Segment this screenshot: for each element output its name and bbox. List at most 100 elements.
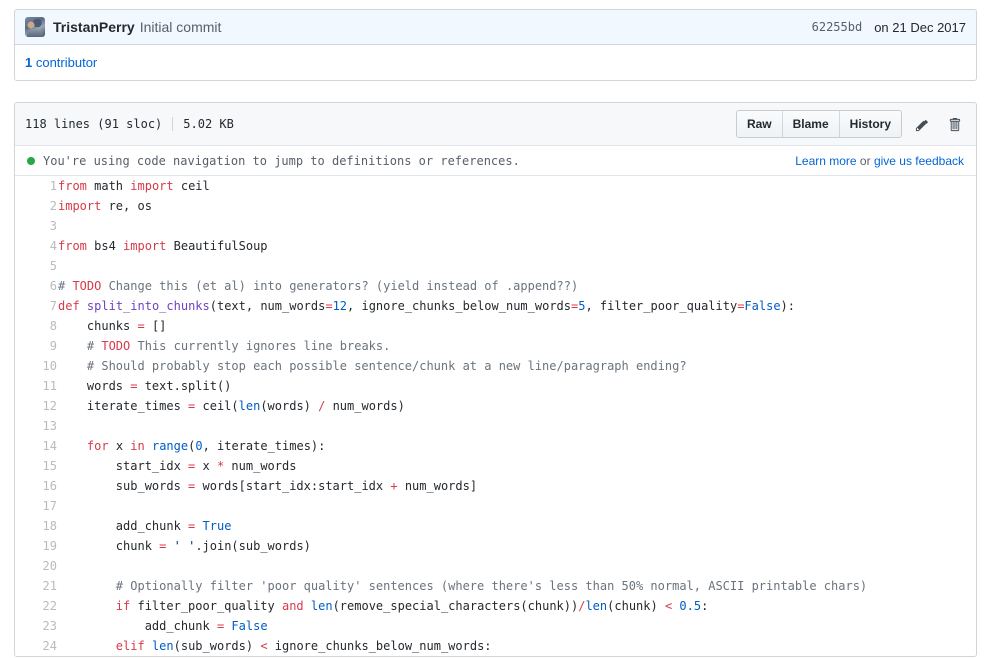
history-button[interactable]: History: [839, 111, 901, 137]
code-token: (sub_words): [173, 639, 261, 653]
line-content[interactable]: start_idx = x * num_words: [58, 456, 977, 476]
line-number[interactable]: 24: [15, 636, 58, 656]
line-content[interactable]: from bs4 import BeautifulSoup: [58, 236, 977, 256]
code-token: x: [195, 459, 217, 473]
line-number[interactable]: 6: [15, 276, 58, 296]
line-number[interactable]: 8: [15, 316, 58, 336]
line-number[interactable]: 19: [15, 536, 58, 556]
code-token: =: [325, 299, 333, 313]
line-content[interactable]: # Should probably stop each possible sen…: [58, 356, 977, 376]
code-token: =: [137, 319, 145, 333]
give-feedback-link[interactable]: give us feedback: [874, 154, 964, 168]
blame-button[interactable]: Blame: [782, 111, 840, 137]
code-token: TODO: [72, 279, 102, 293]
code-line: 8 chunks = []: [15, 316, 976, 336]
line-content[interactable]: [58, 416, 977, 436]
line-content[interactable]: [58, 216, 977, 236]
line-number[interactable]: 9: [15, 336, 58, 356]
code-token: in: [130, 439, 145, 453]
code-token: ceil: [173, 179, 210, 193]
code-line: 7 def split_into_chunks(text, num_words=1…: [15, 296, 976, 316]
line-content[interactable]: [58, 256, 977, 276]
line-number[interactable]: 20: [15, 556, 58, 576]
code-line: 18 add_chunk = True: [15, 516, 976, 536]
code-token: len: [151, 639, 174, 653]
code-token: words: [58, 379, 131, 393]
code-token: (chunk): [607, 599, 665, 613]
code-token: ignore_chunks_below_num_words:: [267, 639, 492, 653]
line-number[interactable]: 4: [15, 236, 58, 256]
line-number[interactable]: 23: [15, 616, 58, 636]
line-content[interactable]: add_chunk = True: [58, 516, 977, 536]
raw-button[interactable]: Raw: [736, 111, 783, 137]
line-number[interactable]: 11: [15, 376, 58, 396]
code-line: 22 if filter_poor_quality and len(remove…: [15, 596, 976, 616]
line-content[interactable]: sub_words = words[start_idx:start_idx + …: [58, 476, 977, 496]
code-token: range: [151, 439, 189, 453]
commit-sha[interactable]: 62255bd: [812, 20, 863, 34]
code-token: num_words): [325, 399, 405, 413]
code-token: ' ': [173, 539, 196, 553]
pencil-icon[interactable]: [910, 111, 934, 137]
code-token: []: [144, 319, 167, 333]
line-number[interactable]: 5: [15, 256, 58, 276]
line-content[interactable]: iterate_times = ceil(len(words) / num_wo…: [58, 396, 977, 416]
code-token: #: [58, 279, 73, 293]
code-token: import: [123, 239, 167, 253]
commit-author[interactable]: TristanPerry: [53, 19, 135, 35]
code-line: 11 words = text.split(): [15, 376, 976, 396]
line-number[interactable]: 3: [15, 216, 58, 236]
code-line: 13: [15, 416, 976, 436]
line-content[interactable]: words = text.split(): [58, 376, 977, 396]
line-content[interactable]: import re, os: [58, 196, 977, 216]
code-token: re, os: [101, 199, 152, 213]
code-token: bs4: [86, 239, 124, 253]
line-number[interactable]: 2: [15, 196, 58, 216]
file-size: 5.02 KB: [183, 117, 234, 131]
code-token: (words): [260, 399, 319, 413]
line-content[interactable]: for x in range(0, iterate_times):: [58, 436, 977, 456]
line-content[interactable]: elif len(sub_words) < ignore_chunks_belo…: [58, 636, 977, 656]
line-number[interactable]: 18: [15, 516, 58, 536]
line-number[interactable]: 16: [15, 476, 58, 496]
line-content[interactable]: chunk = ' '.join(sub_words): [58, 536, 977, 556]
line-number[interactable]: 10: [15, 356, 58, 376]
line-content[interactable]: # TODO Change this (et al) into generato…: [58, 276, 977, 296]
line-number[interactable]: 22: [15, 596, 58, 616]
code-navigation-message: You're using code navigation to jump to …: [43, 153, 520, 168]
code-token: True: [202, 519, 232, 533]
code-line: 23 add_chunk = False: [15, 616, 976, 636]
line-number[interactable]: 21: [15, 576, 58, 596]
code-token: chunks: [58, 319, 138, 333]
line-number[interactable]: 17: [15, 496, 58, 516]
line-content[interactable]: chunks = []: [58, 316, 977, 336]
line-content[interactable]: # Optionally filter 'poor quality' sente…: [58, 576, 977, 596]
line-number[interactable]: 1: [15, 176, 58, 196]
line-content[interactable]: from math import ceil: [58, 176, 977, 196]
code-token: , iterate_times):: [202, 439, 326, 453]
line-number[interactable]: 14: [15, 436, 58, 456]
line-number[interactable]: 7: [15, 296, 58, 316]
code-token: import: [130, 179, 174, 193]
line-content[interactable]: add_chunk = False: [58, 616, 977, 636]
line-number[interactable]: 12: [15, 396, 58, 416]
code-token: (text, num_words: [209, 299, 326, 313]
line-content[interactable]: [58, 556, 977, 576]
line-content[interactable]: # TODO This currently ignores line break…: [58, 336, 977, 356]
contributors-link[interactable]: 1 contributor: [25, 55, 97, 70]
code-line: 5: [15, 256, 976, 276]
line-content[interactable]: if filter_poor_quality and len(remove_sp…: [58, 596, 977, 616]
trash-icon[interactable]: [942, 111, 966, 137]
code-line: 16 sub_words = words[start_idx:start_idx…: [15, 476, 976, 496]
contributors-row: 1 contributor: [15, 45, 976, 80]
line-content[interactable]: def split_into_chunks(text, num_words=12…: [58, 296, 977, 316]
commit-message[interactable]: Initial commit: [140, 19, 222, 35]
line-number[interactable]: 13: [15, 416, 58, 436]
code-navigation-links: Learn more or give us feedback: [795, 154, 964, 168]
line-number[interactable]: 15: [15, 456, 58, 476]
line-content[interactable]: [58, 496, 977, 516]
learn-more-link[interactable]: Learn more: [795, 154, 856, 168]
